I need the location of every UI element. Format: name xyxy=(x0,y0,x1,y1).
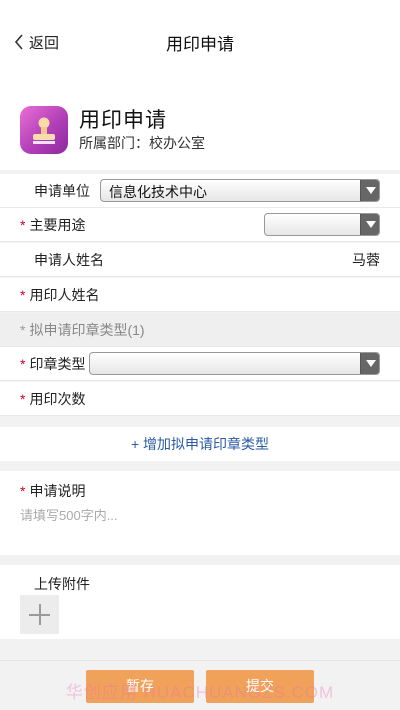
required-star: * xyxy=(20,322,26,338)
required-star: * xyxy=(20,287,26,303)
applicant-name-value: 马蓉 xyxy=(352,252,380,268)
app-title: 用印申请 xyxy=(79,109,167,132)
dropdown-arrow-icon xyxy=(360,180,379,201)
required-star: * xyxy=(20,356,26,372)
department-text: 所属部门：校办公室 xyxy=(79,135,205,151)
nav-bar: 返回 用印申请 xyxy=(0,0,400,82)
main-purpose-label: * 主要用途 xyxy=(20,217,86,233)
required-star: * xyxy=(20,217,26,233)
attachment-label: 上传附件 xyxy=(34,576,90,592)
main-purpose-select[interactable] xyxy=(264,213,380,236)
seal-type-select[interactable] xyxy=(89,352,380,375)
page-title: 用印申请 xyxy=(166,35,234,54)
stamp-app-icon xyxy=(20,106,68,154)
seal-type-section-label: * 拟申请印章类型(1) xyxy=(20,322,145,338)
applicant-unit-select[interactable]: 信息化技术中心 xyxy=(100,179,380,202)
seal-type-section-header: * 拟申请印章类型(1) xyxy=(0,313,400,347)
seal-count-label: * 用印次数 xyxy=(20,391,86,407)
seal-user-name-row[interactable]: * 用印人姓名 xyxy=(0,278,400,312)
dropdown-arrow-icon xyxy=(360,214,379,235)
bottom-action-bar: 暂存 提交 xyxy=(0,660,400,710)
add-seal-type-button[interactable]: + 增加拟申请印章类型 xyxy=(0,427,400,461)
applicant-unit-value: 信息化技术中心 xyxy=(109,184,207,200)
app-header: 用印申请 所属部门：校办公室 xyxy=(0,82,400,170)
applicant-name-row: 申请人姓名 马蓉 xyxy=(0,243,400,277)
seal-type-label: * 印章类型 xyxy=(20,356,86,372)
attachment-section: 上传附件 xyxy=(0,565,400,639)
save-draft-button[interactable]: 暂存 xyxy=(86,670,194,703)
required-star: * xyxy=(20,391,26,407)
submit-button[interactable]: 提交 xyxy=(206,670,314,703)
applicant-unit-label: 申请单位 xyxy=(34,183,90,199)
seal-type-row: * 印章类型 xyxy=(0,347,400,381)
applicant-name-label: 申请人姓名 xyxy=(34,252,104,268)
add-attachment-plus-icon[interactable] xyxy=(20,595,59,634)
seal-count-row[interactable]: * 用印次数 xyxy=(0,382,400,416)
main-purpose-row: * 主要用途 xyxy=(0,208,400,242)
description-label: * 申请说明 xyxy=(20,483,86,499)
dropdown-arrow-icon xyxy=(360,353,379,374)
description-section: * 申请说明 xyxy=(0,471,400,555)
description-input[interactable] xyxy=(20,505,380,545)
applicant-unit-row: 申请单位 信息化技术中心 xyxy=(0,174,400,208)
seal-user-name-label: * 用印人姓名 xyxy=(20,287,100,303)
required-star: * xyxy=(20,483,26,499)
